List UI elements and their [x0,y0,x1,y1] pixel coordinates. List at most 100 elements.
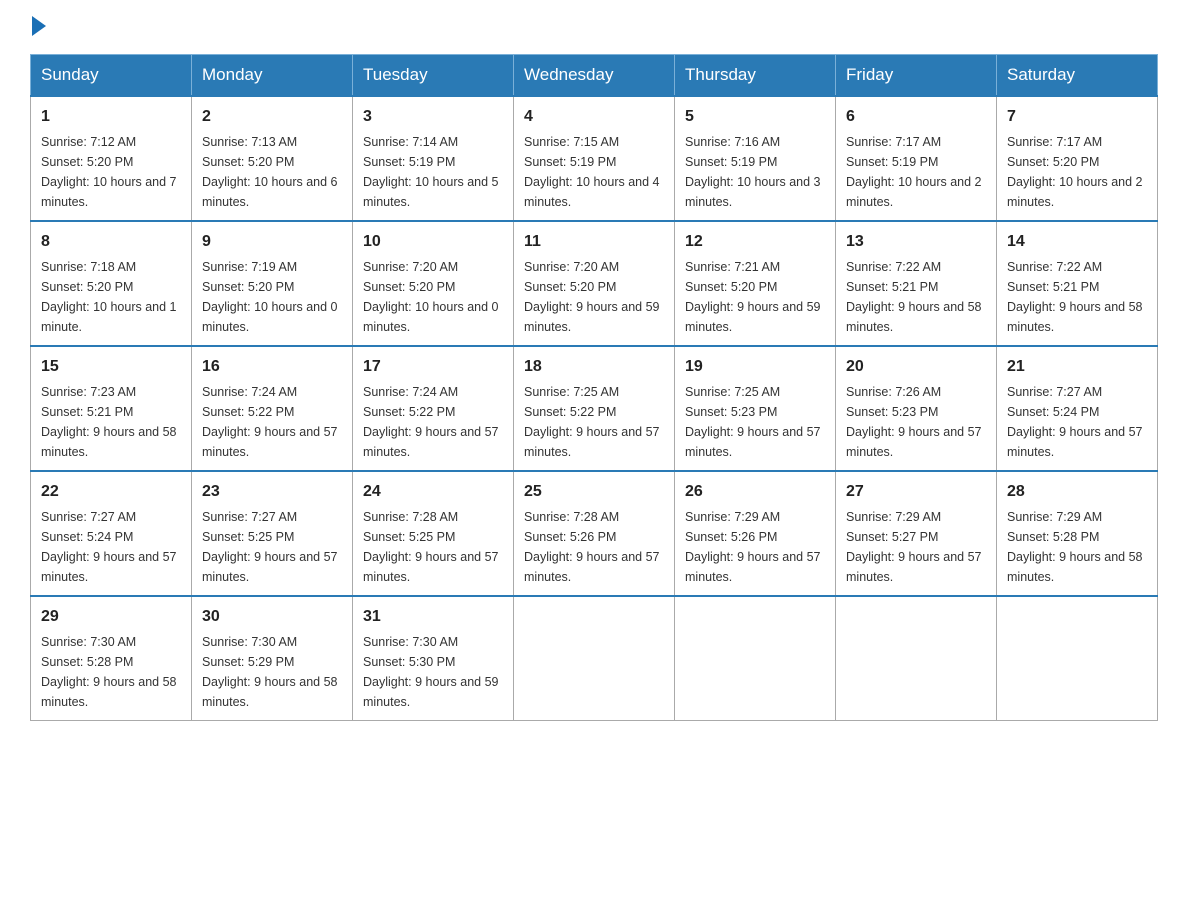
day-number: 16 [202,355,342,379]
weekday-header-saturday: Saturday [997,55,1158,97]
day-info: Sunrise: 7:20 AMSunset: 5:20 PMDaylight:… [363,260,499,334]
day-number: 26 [685,480,825,504]
calendar-cell: 13 Sunrise: 7:22 AMSunset: 5:21 PMDayligh… [836,221,997,346]
day-number: 12 [685,230,825,254]
calendar-cell: 31 Sunrise: 7:30 AMSunset: 5:30 PMDayligh… [353,596,514,721]
day-number: 30 [202,605,342,629]
day-info: Sunrise: 7:21 AMSunset: 5:20 PMDaylight:… [685,260,821,334]
calendar-cell: 21Sunrise: 7:27 AMSunset: 5:24 PMDayligh… [997,346,1158,471]
calendar-cell: 14 Sunrise: 7:22 AMSunset: 5:21 PMDayligh… [997,221,1158,346]
day-number: 3 [363,105,503,129]
day-number: 24 [363,480,503,504]
day-info: Sunrise: 7:28 AMSunset: 5:26 PMDaylight:… [524,510,660,584]
day-info: Sunrise: 7:13 AMSunset: 5:20 PMDaylight:… [202,135,338,209]
day-number: 1 [41,105,181,129]
calendar-cell: 23 Sunrise: 7:27 AMSunset: 5:25 PMDayligh… [192,471,353,596]
day-info: Sunrise: 7:24 AMSunset: 5:22 PMDaylight:… [202,385,338,459]
day-number: 6 [846,105,986,129]
day-info: Sunrise: 7:15 AMSunset: 5:19 PMDaylight:… [524,135,660,209]
day-info: Sunrise: 7:27 AMSunset: 5:24 PMDaylight:… [1007,385,1143,459]
weekday-header-monday: Monday [192,55,353,97]
calendar-cell: 11 Sunrise: 7:20 AMSunset: 5:20 PMDayligh… [514,221,675,346]
day-info: Sunrise: 7:29 AMSunset: 5:27 PMDaylight:… [846,510,982,584]
day-number: 25 [524,480,664,504]
day-number: 2 [202,105,342,129]
day-info: Sunrise: 7:30 AMSunset: 5:30 PMDaylight:… [363,635,499,709]
calendar-cell: 28 Sunrise: 7:29 AMSunset: 5:28 PMDayligh… [997,471,1158,596]
page-header [30,20,1158,34]
calendar-cell: 19 Sunrise: 7:25 AMSunset: 5:23 PMDayligh… [675,346,836,471]
day-number: 11 [524,230,664,254]
day-number: 5 [685,105,825,129]
day-number: 22 [41,480,181,504]
calendar-table: SundayMondayTuesdayWednesdayThursdayFrid… [30,54,1158,721]
weekday-header-friday: Friday [836,55,997,97]
day-number: 17 [363,355,503,379]
calendar-cell: 12 Sunrise: 7:21 AMSunset: 5:20 PMDayligh… [675,221,836,346]
calendar-cell: 6 Sunrise: 7:17 AMSunset: 5:19 PMDaylight… [836,96,997,221]
day-info: Sunrise: 7:27 AMSunset: 5:25 PMDaylight:… [202,510,338,584]
calendar-cell: 9Sunrise: 7:19 AMSunset: 5:20 PMDaylight… [192,221,353,346]
calendar-cell: 2 Sunrise: 7:13 AMSunset: 5:20 PMDaylight… [192,96,353,221]
week-row-2: 8 Sunrise: 7:18 AMSunset: 5:20 PMDaylight… [31,221,1158,346]
calendar-cell: 3 Sunrise: 7:14 AMSunset: 5:19 PMDaylight… [353,96,514,221]
day-number: 8 [41,230,181,254]
weekday-header-thursday: Thursday [675,55,836,97]
day-number: 4 [524,105,664,129]
day-number: 27 [846,480,986,504]
day-number: 31 [363,605,503,629]
calendar-cell: 7Sunrise: 7:17 AMSunset: 5:20 PMDaylight… [997,96,1158,221]
weekday-header-wednesday: Wednesday [514,55,675,97]
weekday-header-sunday: Sunday [31,55,192,97]
day-info: Sunrise: 7:28 AMSunset: 5:25 PMDaylight:… [363,510,499,584]
day-info: Sunrise: 7:29 AMSunset: 5:28 PMDaylight:… [1007,510,1143,584]
day-info: Sunrise: 7:20 AMSunset: 5:20 PMDaylight:… [524,260,660,334]
day-info: Sunrise: 7:24 AMSunset: 5:22 PMDaylight:… [363,385,499,459]
calendar-cell: 1 Sunrise: 7:12 AMSunset: 5:20 PMDaylight… [31,96,192,221]
day-info: Sunrise: 7:22 AMSunset: 5:21 PMDaylight:… [1007,260,1143,334]
calendar-cell: 4 Sunrise: 7:15 AMSunset: 5:19 PMDaylight… [514,96,675,221]
calendar-cell: 26 Sunrise: 7:29 AMSunset: 5:26 PMDayligh… [675,471,836,596]
day-number: 15 [41,355,181,379]
calendar-cell: 18Sunrise: 7:25 AMSunset: 5:22 PMDayligh… [514,346,675,471]
day-info: Sunrise: 7:14 AMSunset: 5:19 PMDaylight:… [363,135,499,209]
day-info: Sunrise: 7:30 AMSunset: 5:29 PMDaylight:… [202,635,338,709]
calendar-cell: 22 Sunrise: 7:27 AMSunset: 5:24 PMDayligh… [31,471,192,596]
week-row-5: 29Sunrise: 7:30 AMSunset: 5:28 PMDayligh… [31,596,1158,721]
week-row-1: 1 Sunrise: 7:12 AMSunset: 5:20 PMDaylight… [31,96,1158,221]
calendar-cell: 24 Sunrise: 7:28 AMSunset: 5:25 PMDayligh… [353,471,514,596]
week-row-4: 22 Sunrise: 7:27 AMSunset: 5:24 PMDayligh… [31,471,1158,596]
calendar-cell [675,596,836,721]
day-number: 29 [41,605,181,629]
weekday-header-row: SundayMondayTuesdayWednesdayThursdayFrid… [31,55,1158,97]
calendar-cell: 15 Sunrise: 7:23 AMSunset: 5:21 PMDayligh… [31,346,192,471]
day-info: Sunrise: 7:26 AMSunset: 5:23 PMDaylight:… [846,385,982,459]
calendar-cell: 17 Sunrise: 7:24 AMSunset: 5:22 PMDayligh… [353,346,514,471]
day-number: 28 [1007,480,1147,504]
calendar-cell: 27 Sunrise: 7:29 AMSunset: 5:27 PMDayligh… [836,471,997,596]
day-info: Sunrise: 7:27 AMSunset: 5:24 PMDaylight:… [41,510,177,584]
logo-arrow-icon [32,16,46,36]
calendar-cell: 10 Sunrise: 7:20 AMSunset: 5:20 PMDayligh… [353,221,514,346]
calendar-cell [514,596,675,721]
day-info: Sunrise: 7:22 AMSunset: 5:21 PMDaylight:… [846,260,982,334]
day-number: 13 [846,230,986,254]
day-number: 14 [1007,230,1147,254]
day-info: Sunrise: 7:16 AMSunset: 5:19 PMDaylight:… [685,135,821,209]
day-info: Sunrise: 7:19 AMSunset: 5:20 PMDaylight:… [202,260,338,334]
day-number: 20 [846,355,986,379]
day-number: 19 [685,355,825,379]
day-info: Sunrise: 7:18 AMSunset: 5:20 PMDaylight:… [41,260,177,334]
day-info: Sunrise: 7:12 AMSunset: 5:20 PMDaylight:… [41,135,177,209]
day-number: 23 [202,480,342,504]
day-info: Sunrise: 7:29 AMSunset: 5:26 PMDaylight:… [685,510,821,584]
day-info: Sunrise: 7:25 AMSunset: 5:23 PMDaylight:… [685,385,821,459]
day-number: 7 [1007,105,1147,129]
day-info: Sunrise: 7:23 AMSunset: 5:21 PMDaylight:… [41,385,177,459]
logo [30,20,46,34]
calendar-cell [997,596,1158,721]
day-number: 10 [363,230,503,254]
day-number: 18 [524,355,664,379]
day-info: Sunrise: 7:17 AMSunset: 5:19 PMDaylight:… [846,135,982,209]
week-row-3: 15 Sunrise: 7:23 AMSunset: 5:21 PMDayligh… [31,346,1158,471]
